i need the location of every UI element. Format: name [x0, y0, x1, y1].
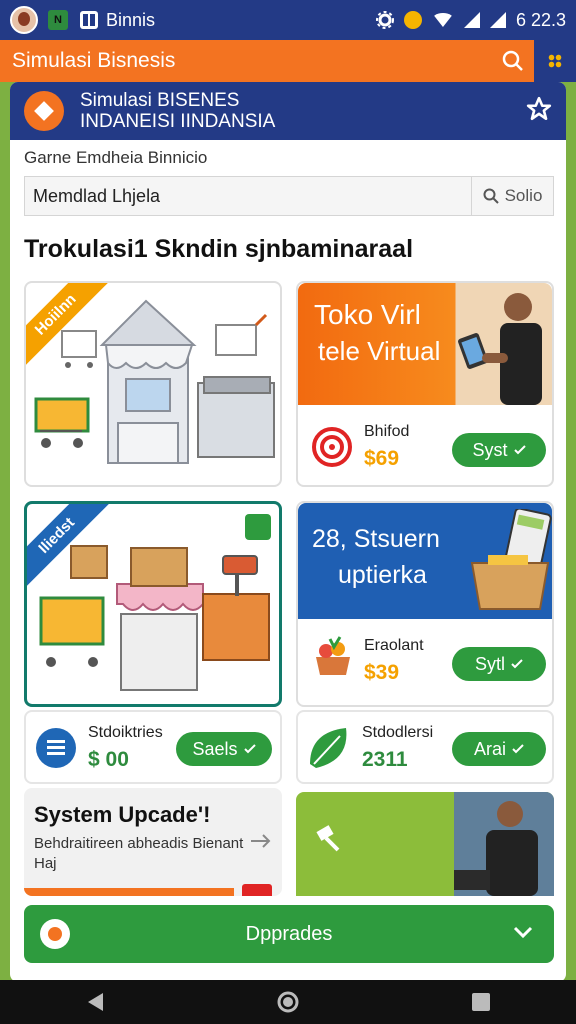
status-app-name: Binnis [106, 9, 156, 30]
plant-item-card[interactable]: Stdodlersi 2311 Arai [296, 710, 554, 784]
item-name: Stdoiktries [88, 724, 163, 741]
wifi-icon [431, 13, 454, 27]
game-logo-icon [24, 91, 64, 131]
status-bar: N Binnis 6 22.3 [0, 0, 576, 40]
search-button-label: Solio [504, 186, 543, 205]
search-input[interactable]: Memdlad Lhjela [33, 186, 471, 207]
check-icon [512, 744, 524, 754]
buy-button[interactable]: Syst [452, 433, 546, 467]
section-title: Trokulasi1 Skndin sjnbaminaraal [24, 235, 414, 263]
sell-button-label: Saels [192, 738, 238, 759]
grid-icon [548, 54, 562, 68]
search-icon [483, 188, 499, 204]
sell-button[interactable]: Saels [176, 732, 272, 766]
avatar [10, 6, 38, 34]
favorite-button[interactable] [526, 96, 552, 127]
stock-item-card[interactable]: Stdoiktries $ 00 Saels [24, 710, 282, 784]
upgrades-button-label: Dpprades [245, 922, 333, 945]
clock: 6 22.3 [515, 9, 566, 30]
upgrade-store-tile[interactable]: 28, Stsuern uptierka Eraolant $39 Sytl [296, 501, 554, 707]
search-icon [502, 50, 523, 71]
vegetable-basket-icon [316, 636, 350, 675]
signal-icon-2 [489, 12, 506, 28]
app-badge-icon: N [48, 10, 68, 30]
basket-calculator-illustration [470, 509, 552, 610]
upgrades-button[interactable]: Dpprades [24, 905, 554, 963]
check-icon [513, 445, 526, 455]
item-name: Bhifod [364, 423, 410, 440]
game-description: Garne Emdheia Binnicio [24, 148, 208, 167]
item-price: $39 [364, 661, 400, 684]
back-icon[interactable] [85, 991, 105, 1013]
item-name: Eraolant [364, 637, 424, 654]
buy-button-label: Syst [472, 439, 508, 460]
store-building-illustration [34, 299, 275, 464]
app-icon [80, 11, 98, 29]
app-title: Simulasi Bisnesis [12, 49, 176, 72]
leaf-icon [310, 728, 347, 768]
item-price: 2311 [362, 748, 408, 771]
upgrades-icon [40, 919, 70, 949]
buy-button-label: Arai [473, 738, 506, 759]
promo-subtitle: uptierka [338, 561, 427, 589]
chevron-down-icon [513, 926, 533, 939]
item-name: Stdodlersi [362, 724, 434, 741]
check-icon [243, 744, 256, 754]
target-icon [312, 427, 352, 467]
update-progress-bar [24, 888, 234, 896]
worker-photo-tile[interactable] [296, 792, 554, 896]
star-icon [526, 96, 552, 120]
update-progress-end [242, 884, 272, 896]
search-button[interactable] [492, 40, 534, 82]
arrow-right-icon [251, 834, 271, 848]
buy-button[interactable]: Arai [452, 732, 546, 766]
game-title: Simulasi BISENES [80, 90, 240, 111]
system-update-tile[interactable]: System Upcade'! Behdraitireen abheadis B… [24, 788, 282, 896]
home-icon[interactable] [276, 990, 300, 1014]
promo-title: Toko Virl [314, 299, 421, 330]
item-price: $ 00 [88, 748, 129, 771]
update-description: Behdraitireen abheadis Bienant Haj [34, 835, 244, 872]
virtual-store-banner: Toko Virl tele Virtual [298, 283, 552, 405]
store-tile[interactable]: Hoiilnn [24, 281, 282, 487]
menu-button[interactable] [534, 40, 576, 82]
check-icon [511, 659, 523, 669]
buy-button-label: Sytl [474, 653, 505, 674]
search-submit-button[interactable]: Solio [471, 177, 553, 215]
item-price: $69 [364, 447, 400, 470]
upgrade-banner: 28, Stsuern uptierka [298, 503, 552, 619]
search-bar: Memdlad Lhjela Solio [24, 176, 554, 216]
market-stall-tile[interactable]: Iliedst [24, 501, 282, 707]
worker-illustration [454, 792, 554, 896]
update-title: System Upcade'! [34, 802, 211, 827]
settings-icon [375, 11, 394, 29]
promo-title: 28, Stsuern [312, 525, 440, 553]
hammer-icon [316, 825, 340, 852]
virtual-store-tile[interactable]: Toko Virl tele Virtual Bhifod $69 Syst [296, 281, 554, 487]
buy-button[interactable]: Sytl [452, 647, 546, 681]
game-subtitle: INDANEISI IINDANSIA [80, 111, 276, 132]
promo-subtitle: tele Virtual [318, 336, 441, 366]
game-header: Simulasi BISENES INDANEISI IINDANSIA [10, 82, 566, 140]
recents-icon[interactable] [471, 992, 491, 1012]
shopkeeper-illustration [458, 293, 542, 405]
signal-icon [463, 12, 480, 28]
app-bar: Simulasi Bisnesis [0, 40, 576, 82]
market-stall-illustration [39, 545, 270, 691]
coin-icon [403, 11, 422, 29]
stock-icon [36, 728, 76, 768]
system-nav-bar [0, 980, 576, 1024]
